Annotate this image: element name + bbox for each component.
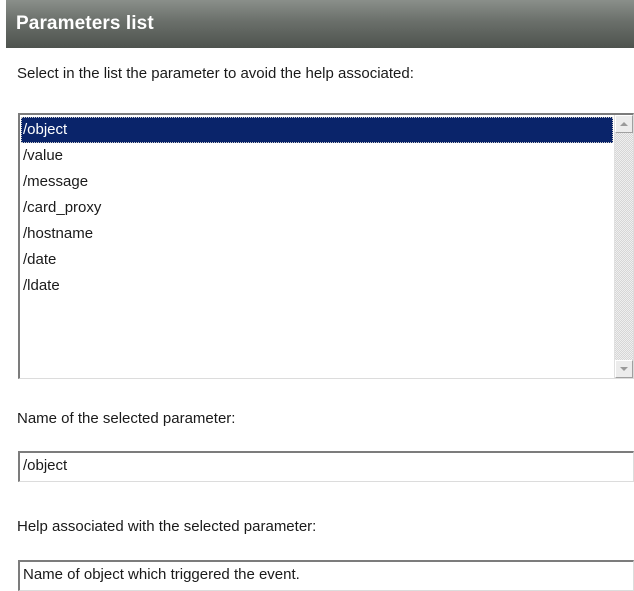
list-item-object[interactable]: /object xyxy=(21,117,613,143)
list-item-message[interactable]: /message xyxy=(21,169,613,195)
parameter-help-label: Help associated with the selected parame… xyxy=(17,518,317,535)
scroll-down-button[interactable] xyxy=(615,360,633,378)
selected-parameter-name-label: Name of the selected parameter: xyxy=(17,410,236,427)
scroll-down-arrow-icon xyxy=(620,367,628,371)
page-title: Parameters list xyxy=(16,13,154,34)
section-header: Parameters list xyxy=(6,0,634,48)
scroll-up-button[interactable] xyxy=(615,115,633,133)
list-scrollbar[interactable] xyxy=(614,115,633,378)
parameters-listbox[interactable]: /object /value /message /card_proxy /hos… xyxy=(18,113,634,379)
selected-parameter-name-field[interactable]: /object xyxy=(18,451,634,482)
parameter-help-field[interactable]: Name of object which triggered the event… xyxy=(18,560,634,591)
list-item-ldate[interactable]: /ldate xyxy=(21,273,613,299)
parameters-list: /object /value /message /card_proxy /hos… xyxy=(21,117,613,378)
list-item-card-proxy[interactable]: /card_proxy xyxy=(21,195,613,221)
list-item-date[interactable]: /date xyxy=(21,247,613,273)
list-item-hostname[interactable]: /hostname xyxy=(21,221,613,247)
list-item-value[interactable]: /value xyxy=(21,143,613,169)
scroll-up-arrow-icon xyxy=(620,122,628,126)
list-instruction-label: Select in the list the parameter to avoi… xyxy=(17,65,414,82)
